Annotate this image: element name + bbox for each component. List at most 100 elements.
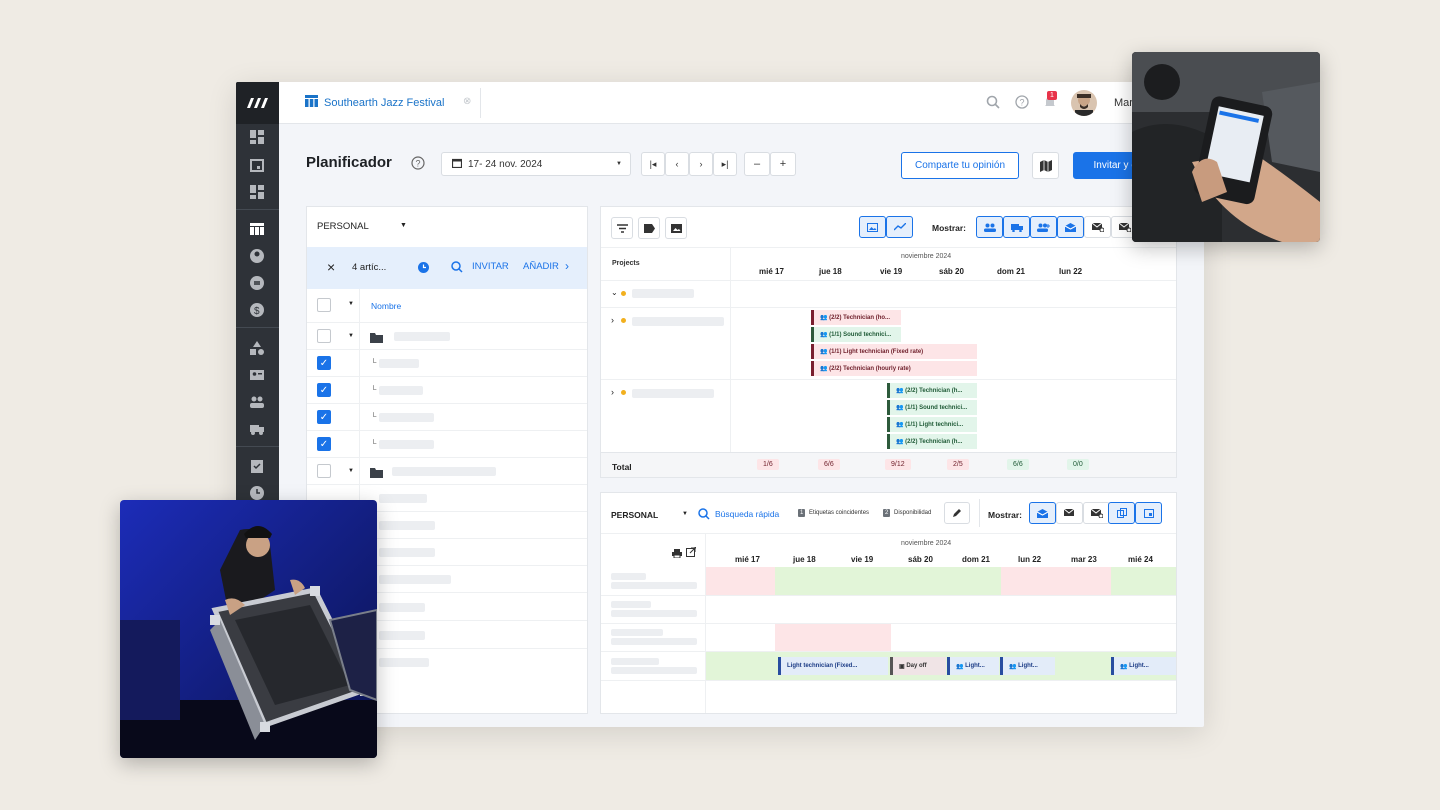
row-checkbox[interactable]: ✓ [317, 437, 331, 451]
search-icon[interactable] [451, 260, 463, 278]
row-checkbox[interactable]: ✓ [317, 410, 331, 424]
dashboard-icon[interactable] [249, 130, 265, 144]
first-page-button[interactable]: |◂ [641, 152, 665, 176]
user-name[interactable]: Mar [1114, 97, 1133, 109]
map-button[interactable] [1032, 152, 1059, 179]
next-button[interactable]: › [689, 152, 713, 176]
show-mail-toggle[interactable] [1057, 216, 1084, 238]
user-circle-icon[interactable] [249, 249, 265, 263]
show-vehicles-toggle[interactable] [1003, 216, 1030, 238]
app-logo[interactable] [236, 82, 279, 124]
add-link[interactable]: AÑADIR [523, 261, 559, 272]
show-mail-clock-toggle[interactable] [1083, 502, 1110, 524]
chevron-right-icon[interactable]: › [565, 259, 569, 273]
staff-event-bar[interactable]: 👥 Light... [947, 657, 999, 675]
assignment-bar[interactable]: 👥 (1/1) Sound technici... [811, 327, 901, 342]
dollar-icon[interactable]: $ [249, 303, 265, 317]
exchange-icon[interactable] [249, 276, 265, 290]
show-add-people-toggle[interactable] [1030, 216, 1057, 238]
staff-type-dropdown[interactable]: PERSONAL [317, 221, 369, 232]
quick-search-link[interactable]: Búsqueda rápida [715, 509, 779, 519]
sidebar-divider [236, 209, 279, 210]
staff-event-bar[interactable]: 👥 Light... [1000, 657, 1055, 675]
chevron-right-icon[interactable]: › [611, 387, 614, 397]
total-cell: 9/12 [885, 459, 911, 470]
table-icon[interactable] [249, 222, 265, 236]
help-icon[interactable]: ? [1015, 95, 1029, 114]
zoom-in-button[interactable]: + [770, 152, 796, 176]
assignment-label: (1/1) Sound technici... [905, 404, 968, 411]
calendar-icon[interactable] [249, 158, 265, 172]
date-range-picker[interactable]: 17- 24 nov. 2024 ▼ [441, 152, 631, 176]
select-all-checkbox[interactable] [317, 298, 331, 312]
tag-button[interactable] [638, 217, 660, 239]
row-checkbox[interactable] [317, 329, 331, 343]
assignment-bar[interactable]: 👥 (2/2) Technician (hourly rate) [811, 361, 977, 376]
clipboard-check-icon[interactable] [249, 459, 265, 473]
copy-view-toggle[interactable] [1108, 502, 1135, 524]
close-icon[interactable]: × [327, 259, 335, 275]
widgets-icon[interactable] [249, 185, 265, 199]
image-folder-button[interactable] [665, 217, 687, 239]
show-mail-check-toggle[interactable] [1084, 216, 1111, 238]
people-icon: 👥 [820, 332, 830, 338]
chevron-right-icon[interactable]: › [611, 315, 614, 325]
svg-text:$: $ [254, 306, 260, 317]
help-icon[interactable]: ? [411, 156, 425, 175]
people-icon[interactable] [249, 395, 265, 409]
assignment-bar[interactable]: 👥 (2/2) Technician (ho... [811, 310, 901, 325]
search-icon[interactable] [698, 507, 710, 525]
name-column-header[interactable]: Nombre [371, 301, 401, 311]
row-checkbox[interactable]: ✓ [317, 383, 331, 397]
placeholder-text [392, 467, 496, 476]
show-mail-toggle[interactable] [1029, 502, 1056, 524]
view-toggle-chart[interactable] [886, 216, 913, 238]
caret-down-icon[interactable]: ▼ [682, 511, 688, 517]
assignment-bar[interactable]: 👥 (2/2) Technician (h... [887, 434, 977, 449]
assignment-bar[interactable]: 👥 (1/1) Sound technici... [887, 400, 977, 415]
feedback-button[interactable]: Comparte tu opinión [901, 152, 1019, 179]
show-people-toggle[interactable] [976, 216, 1003, 238]
truck-icon[interactable] [249, 422, 265, 436]
staff-event-bar[interactable]: Light technician (Fixed... [778, 657, 888, 675]
external-link-icon[interactable] [686, 544, 697, 562]
edit-button[interactable] [944, 502, 970, 524]
day-header: sáb 20 [908, 555, 933, 564]
chevron-down-icon[interactable]: ⌄ [611, 288, 618, 297]
last-page-button[interactable]: ▸| [713, 152, 737, 176]
project-tab[interactable]: Southearth Jazz Festival [305, 95, 444, 110]
staff-event-bar[interactable]: ▣ Day off [890, 657, 946, 675]
row-checkbox[interactable] [317, 464, 331, 478]
clock-icon[interactable] [249, 486, 265, 500]
print-icon[interactable] [672, 545, 682, 563]
shapes-icon[interactable] [249, 341, 265, 355]
prev-button[interactable]: ‹ [665, 152, 689, 176]
staff-event-bar[interactable]: 👥 Light... [1111, 657, 1176, 675]
avatar[interactable] [1071, 90, 1097, 116]
search-icon[interactable] [986, 95, 1000, 114]
contact-card-icon[interactable] [249, 368, 265, 382]
caret-down-icon[interactable]: ▼ [348, 468, 354, 474]
staff-type-dropdown[interactable]: PERSONAL [611, 510, 658, 520]
caret-down-icon[interactable]: ▼ [348, 301, 354, 307]
day-header: jue 18 [793, 555, 816, 564]
row-divider [307, 349, 587, 350]
assignment-bar[interactable]: 👥 (1/1) Light technici... [887, 417, 977, 432]
filter-button[interactable] [611, 217, 633, 239]
folder-icon [370, 465, 383, 483]
caret-down-icon[interactable]: ▼ [400, 222, 407, 229]
caret-down-icon[interactable]: ▼ [348, 333, 354, 339]
show-mail-check-toggle[interactable] [1056, 502, 1083, 524]
assignment-bar[interactable]: 👥 (2/2) Technician (h... [887, 383, 977, 398]
invite-link[interactable]: INVITAR [472, 261, 509, 272]
availability-label[interactable]: Disponibilidad [894, 510, 931, 516]
view-toggle-image[interactable] [859, 216, 886, 238]
close-tab-icon[interactable]: ⊗ [463, 96, 471, 107]
row-checkbox[interactable]: ✓ [317, 356, 331, 370]
clock-icon[interactable] [418, 260, 429, 278]
assignment-bar[interactable]: 👥 (1/1) Light technician (Fixed rate) [811, 344, 977, 359]
calendar-view-toggle[interactable] [1135, 502, 1162, 524]
people-icon: 👥 [1120, 663, 1130, 670]
zoom-out-button[interactable]: – [744, 152, 770, 176]
matching-tags-label[interactable]: Etiquetas coincidentes [809, 510, 869, 516]
